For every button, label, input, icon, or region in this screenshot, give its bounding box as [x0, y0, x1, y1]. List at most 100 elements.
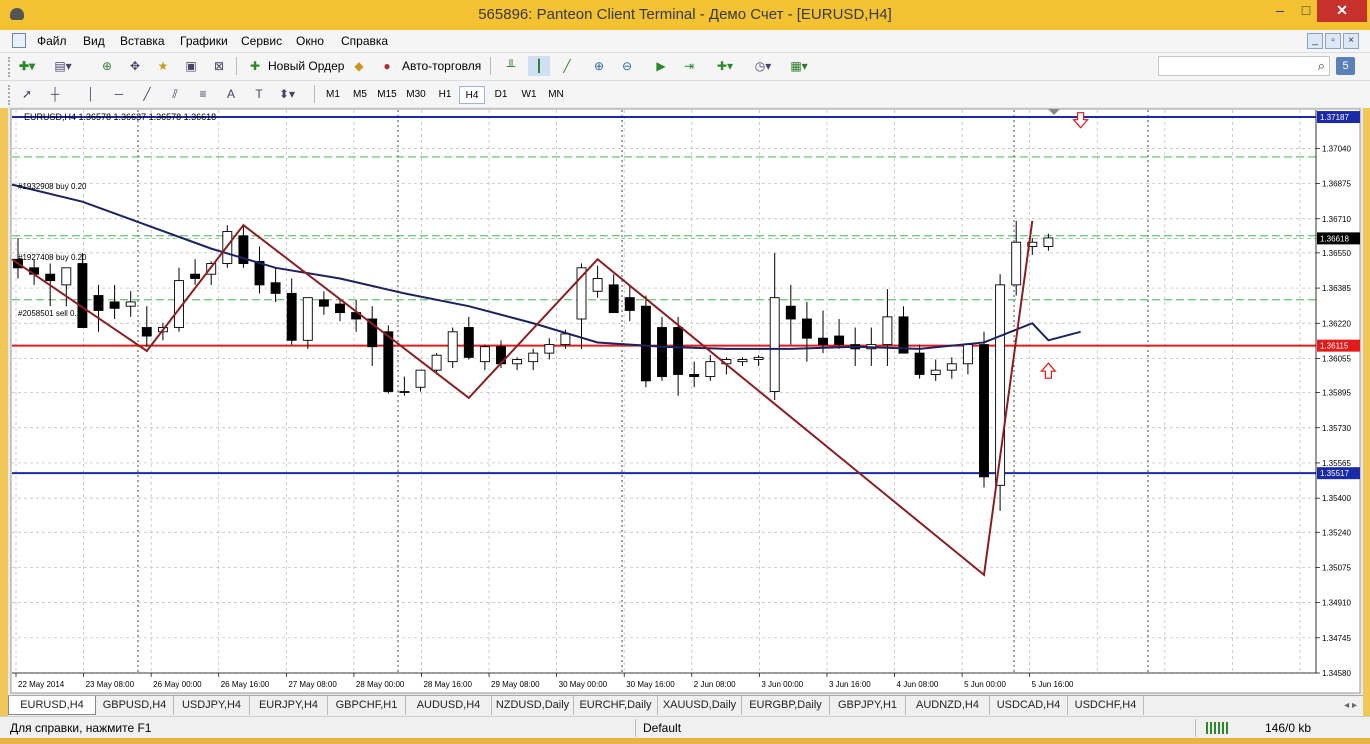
- timeframe-m15[interactable]: M15: [374, 86, 400, 104]
- candle-body: [431, 354, 442, 371]
- candle-body: [141, 327, 152, 337]
- auto-trading-icon[interactable]: ●: [376, 56, 398, 76]
- tab-audusd-h4[interactable]: AUDUSD,H4: [406, 696, 492, 715]
- chart-doc-icon[interactable]: [12, 33, 26, 48]
- tab-gbpchf-h1[interactable]: GBPCHF,H1: [328, 696, 406, 715]
- toolbar-grip[interactable]: [8, 57, 13, 77]
- zoom-in-icon[interactable]: ⊕: [588, 56, 610, 76]
- toolbar-grip[interactable]: [8, 85, 13, 105]
- tab-eurchf-daily[interactable]: EURCHF,Daily: [574, 696, 658, 715]
- search-input[interactable]: ⌕: [1158, 56, 1330, 76]
- mdi-close-button[interactable]: ×: [1343, 33, 1359, 49]
- timeframe-mn[interactable]: MN: [543, 86, 569, 104]
- tab-usdcad-h4[interactable]: USDCAD,H4: [990, 696, 1068, 715]
- cursor-icon[interactable]: ➚: [16, 84, 38, 104]
- menu-tools[interactable]: Сервис: [241, 34, 282, 48]
- line-chart-icon[interactable]: ╱: [556, 56, 578, 76]
- tab-eurjpy-h4[interactable]: EURJPY,H4: [250, 696, 328, 715]
- arrows-icon[interactable]: ⬍▾: [276, 84, 298, 104]
- search-icon[interactable]: ⌕: [1318, 58, 1325, 74]
- menu-view[interactable]: Вид: [83, 34, 105, 48]
- menu-help[interactable]: Справка: [341, 34, 388, 48]
- channel-icon[interactable]: ⫽: [164, 84, 186, 104]
- chart-tabs: EURUSD,H4 GBPUSD,H4 USDJPY,H4 EURJPY,H4 GBPC…: [8, 695, 1363, 716]
- strategy-tester-icon[interactable]: ⊠: [208, 56, 230, 76]
- trendline-icon[interactable]: ╱: [136, 84, 158, 104]
- candle-body: [318, 299, 329, 307]
- auto-trading-button[interactable]: Авто-торговля: [402, 56, 481, 76]
- tab-nzdusd-daily[interactable]: NZDUSD,Daily: [492, 696, 574, 715]
- time-tick-label: 26 May 16:00: [221, 680, 270, 689]
- candlestick-icon[interactable]: ┃: [528, 56, 550, 76]
- data-window-icon[interactable]: ✥: [124, 56, 146, 76]
- candle-body: [302, 297, 313, 341]
- tab-eurusd-h4[interactable]: EURUSD,H4: [8, 696, 96, 715]
- candle-body: [640, 305, 651, 382]
- new-order-icon[interactable]: ✚: [244, 56, 266, 76]
- tab-usdchf-h4[interactable]: USDCHF,H4: [1068, 696, 1144, 715]
- price-tick-label: 1.36875: [1322, 180, 1351, 189]
- text-label-icon[interactable]: T: [248, 84, 270, 104]
- profiles-icon[interactable]: ▤▾: [52, 56, 74, 76]
- periods-icon[interactable]: ◷▾: [752, 56, 774, 76]
- time-tick-label: 26 May 00:00: [153, 680, 202, 689]
- menu-file[interactable]: Файл: [37, 34, 67, 48]
- timeframe-d1[interactable]: D1: [488, 86, 514, 104]
- vertical-line-icon[interactable]: │: [80, 84, 102, 104]
- new-chart-icon[interactable]: ✚▾: [16, 56, 38, 76]
- horizontal-line-icon[interactable]: ─: [108, 84, 130, 104]
- tab-xauusd-daily[interactable]: XAUUSD,Daily: [658, 696, 742, 715]
- tab-eurgbp-daily[interactable]: EURGBP,Daily: [742, 696, 830, 715]
- notifications-badge[interactable]: 5: [1336, 57, 1355, 75]
- timeframe-h4[interactable]: H4: [459, 86, 485, 104]
- timeframe-w1[interactable]: W1: [516, 86, 542, 104]
- candle-body: [882, 316, 893, 346]
- navigator-icon[interactable]: ★: [152, 56, 174, 76]
- tab-audnzd-h4[interactable]: AUDNZD,H4: [906, 696, 990, 715]
- mdi-restore-button[interactable]: ▫: [1325, 33, 1341, 49]
- price-tick-label: 1.35895: [1322, 389, 1351, 398]
- menu-insert[interactable]: Вставка: [120, 34, 165, 48]
- minimize-button[interactable]: –: [1265, 0, 1295, 22]
- menu-window[interactable]: Окно: [296, 34, 324, 48]
- chart-shift-icon[interactable]: ⇥: [678, 56, 700, 76]
- candle-body: [544, 344, 555, 354]
- terminal-icon[interactable]: ▣: [180, 56, 202, 76]
- price-tick-label: 1.36710: [1322, 215, 1351, 224]
- price-chart[interactable]: 1.37187 1.36115 1.35517 1.36618 1.37040 1.36…: [8, 107, 1363, 695]
- candle-body: [125, 301, 136, 307]
- time-tick-label: 4 Jun 08:00: [897, 680, 939, 689]
- crosshair-icon[interactable]: ┼: [44, 84, 66, 104]
- zoom-out-icon[interactable]: ⊖: [616, 56, 638, 76]
- market-watch-icon[interactable]: ⊕: [96, 56, 118, 76]
- metaeditor-icon[interactable]: ◆: [348, 56, 370, 76]
- candle-body: [769, 297, 780, 392]
- timeframe-m1[interactable]: M1: [320, 86, 346, 104]
- maximize-button[interactable]: □: [1295, 0, 1317, 22]
- mdi-minimize-button[interactable]: _: [1307, 33, 1323, 49]
- candle-body: [785, 305, 796, 320]
- time-tick-label: 30 May 00:00: [559, 680, 608, 689]
- candle-body: [753, 356, 764, 360]
- tab-gbpjpy-h1[interactable]: GBPJPY,H1: [830, 696, 906, 715]
- tab-usdjpy-h4[interactable]: USDJPY,H4: [174, 696, 250, 715]
- auto-scroll-icon[interactable]: ▶: [650, 56, 672, 76]
- text-icon[interactable]: A: [220, 84, 242, 104]
- status-bar: Для справки, нажмите F1 Default 146/0 kb: [0, 716, 1370, 739]
- fibonacci-icon[interactable]: ≡: [192, 84, 214, 104]
- bar-chart-icon[interactable]: ╨: [500, 56, 522, 76]
- tab-scroll-arrows[interactable]: ◂ ▸: [1344, 696, 1357, 715]
- toolbar-separator: [490, 57, 491, 75]
- indicators-icon[interactable]: ✚▾: [714, 56, 736, 76]
- price-tick-label: 1.36550: [1322, 249, 1351, 258]
- timeframe-h1[interactable]: H1: [432, 86, 458, 104]
- templates-icon[interactable]: ▦▾: [788, 56, 810, 76]
- menu-charts[interactable]: Графики: [180, 34, 228, 48]
- candle-body: [818, 337, 828, 346]
- price-tick-label: 1.35565: [1322, 459, 1351, 468]
- new-order-button[interactable]: Новый Ордер: [268, 56, 344, 76]
- tab-gbpusd-h4[interactable]: GBPUSD,H4: [96, 696, 174, 715]
- close-button[interactable]: ✕: [1317, 0, 1367, 22]
- timeframe-m5[interactable]: M5: [347, 86, 373, 104]
- timeframe-m30[interactable]: M30: [403, 86, 429, 104]
